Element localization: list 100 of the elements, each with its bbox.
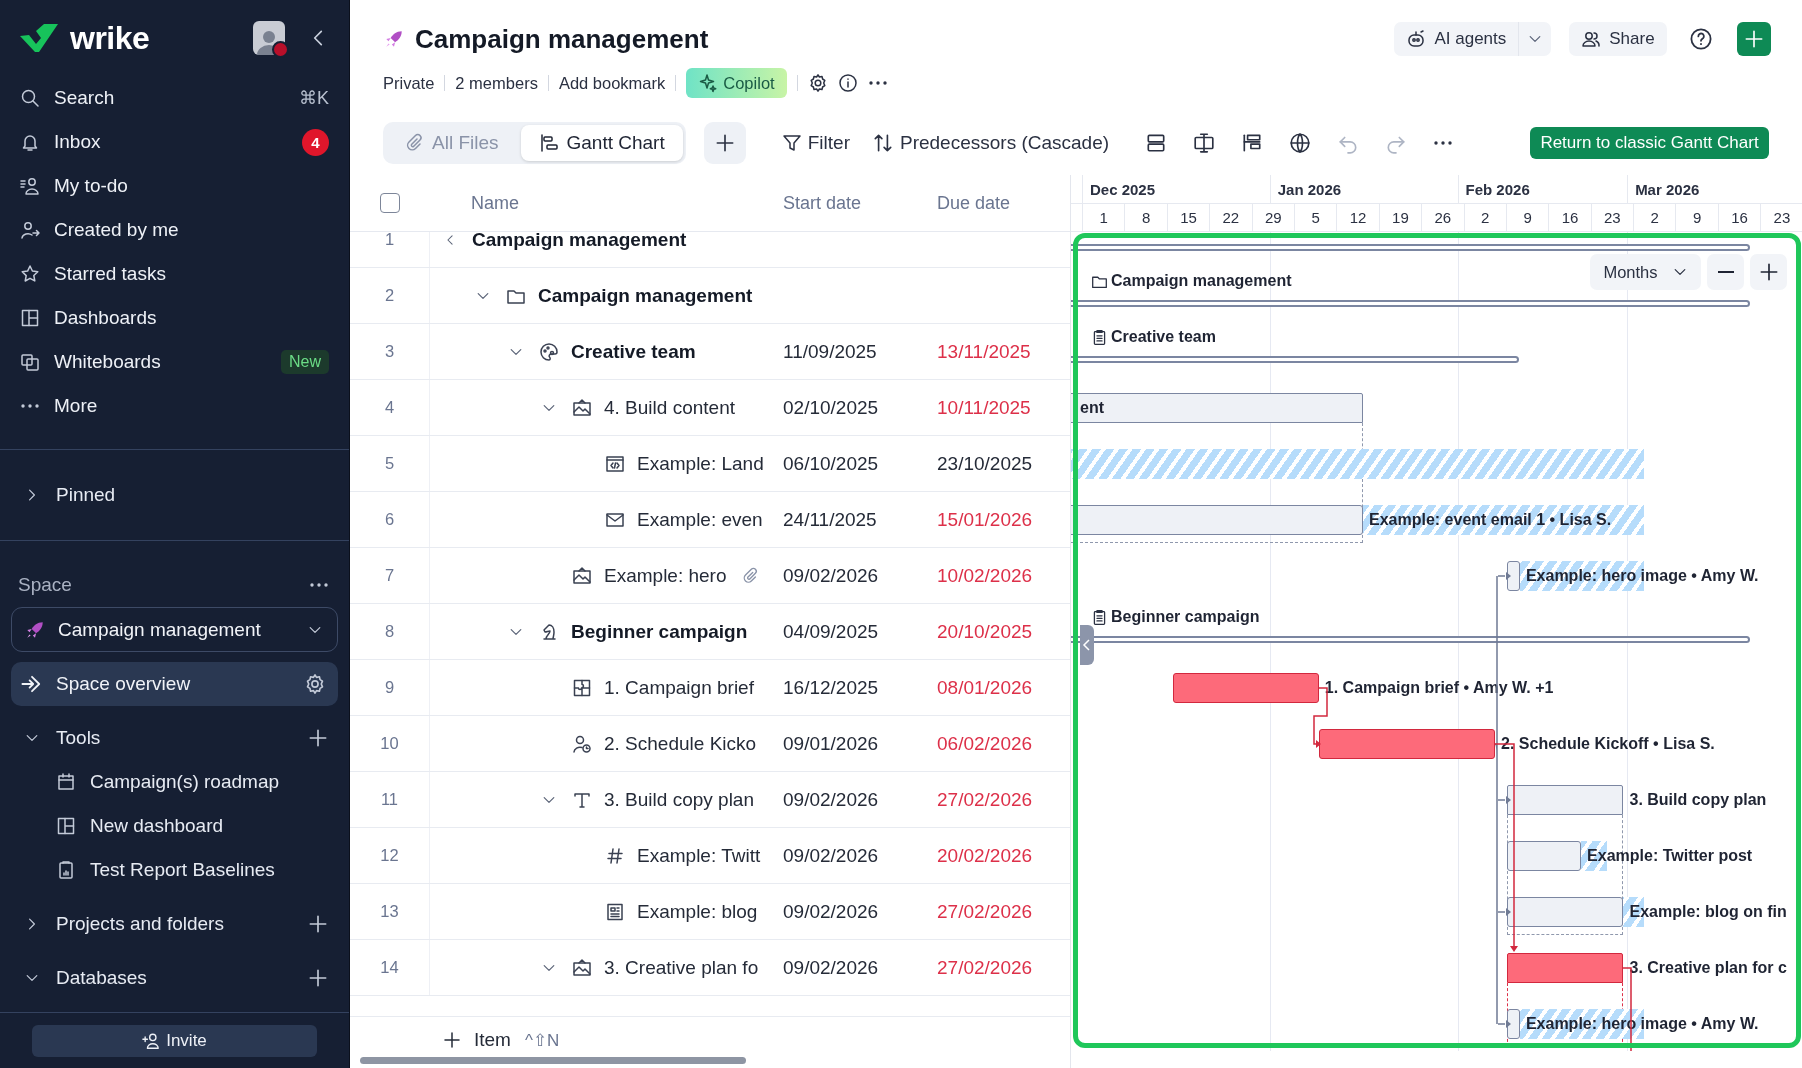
add-item-button[interactable]: Item: [442, 1029, 511, 1051]
nav-item[interactable]: Starred tasks: [0, 252, 349, 296]
task-name[interactable]: Example: even: [637, 508, 763, 531]
summary-bar[interactable]: [1071, 636, 1751, 643]
more-button[interactable]: [309, 582, 329, 588]
task-name[interactable]: 2. Schedule Kicko: [604, 732, 757, 755]
palette-icon: [538, 341, 559, 362]
zoom-out-button[interactable]: [1707, 254, 1744, 290]
add-person-icon: [142, 1032, 161, 1050]
sidebar-item[interactable]: Campaign(s) roadmap: [0, 760, 349, 804]
nav-item[interactable]: Created by me: [0, 208, 349, 252]
more-icon: [867, 80, 888, 86]
bar-label: Creative team: [1111, 328, 1216, 346]
puzzle-icon: [571, 677, 592, 698]
task-name[interactable]: Example: blog: [637, 900, 758, 923]
task-name[interactable]: Example: Land: [637, 452, 764, 475]
bookmark-link[interactable]: Add bookmark: [558, 73, 666, 93]
sidebar-section[interactable]: Tools: [0, 716, 349, 760]
settings-button[interactable]: [807, 73, 828, 93]
column-header[interactable]: Start date: [775, 192, 929, 214]
nav-item[interactable]: Dashboards: [0, 296, 349, 340]
task-name[interactable]: Example: Twitt: [637, 844, 761, 867]
sidebar-section[interactable]: Projects and folders: [0, 902, 349, 946]
logo-wordmark: wrike: [70, 19, 150, 57]
row-number: 2: [350, 268, 430, 323]
week-header: 9: [1505, 204, 1549, 231]
column-header[interactable]: Due date: [929, 192, 1083, 214]
nav-item[interactable]: Search ⌘K: [0, 76, 349, 120]
task-name[interactable]: 1. Campaign brief: [604, 676, 754, 699]
image-icon: [571, 957, 592, 978]
week-header: 8: [1124, 204, 1167, 231]
bell-icon: [20, 132, 40, 152]
summary-bar[interactable]: [1071, 356, 1520, 363]
info-button[interactable]: [837, 73, 858, 93]
task-name[interactable]: Example: hero: [604, 564, 727, 587]
task-name[interactable]: 3. Creative plan fo: [604, 956, 759, 979]
task-bar[interactable]: [1506, 1009, 1520, 1039]
week-header: 23: [1590, 204, 1634, 231]
person-arrow-icon: [20, 220, 40, 240]
zoom-in-button[interactable]: [1750, 254, 1787, 290]
view-tab[interactable]: Gantt Chart: [520, 125, 683, 161]
summary-bar[interactable]: [1071, 244, 1751, 251]
create-button[interactable]: [1736, 22, 1771, 56]
row-number: 14: [350, 940, 430, 995]
predecessors-button[interactable]: Predecessors (Cascade): [863, 132, 1118, 154]
pinned-section[interactable]: Pinned: [0, 473, 349, 517]
nav-item[interactable]: Inbox 4: [0, 120, 349, 164]
task-name[interactable]: 4. Build content: [604, 396, 735, 419]
sidebar-item[interactable]: Test Report Baselines: [0, 848, 349, 892]
week-header: 29: [1251, 204, 1294, 231]
row-number: 3: [350, 324, 430, 379]
zoom-level-dropdown[interactable]: Months: [1590, 254, 1701, 290]
nav-item[interactable]: My to-do: [0, 164, 349, 208]
due-date-cell-text: 10/11/2025: [936, 396, 1032, 419]
nav-item[interactable]: More: [0, 384, 349, 428]
meta-text[interactable]: 2 members: [455, 73, 538, 93]
count-badge: 4: [302, 128, 329, 156]
select-all-checkbox[interactable]: [380, 193, 400, 213]
copilot-button[interactable]: Copilot: [686, 68, 787, 98]
column-header[interactable]: Name: [430, 192, 775, 214]
filter-button[interactable]: Filter: [773, 132, 858, 154]
nav-item[interactable]: Whiteboards New: [0, 340, 349, 384]
return-classic-button[interactable]: Return to classic Gantt Chart: [1530, 127, 1769, 159]
invite-button[interactable]: Invite: [32, 1025, 317, 1057]
sidebar-section[interactable]: Databases: [0, 956, 349, 1000]
bar-label: 1. Campaign brief • Amy W. +1: [1324, 678, 1554, 698]
clipboard-icon: [1091, 328, 1108, 346]
row-number: 10: [350, 716, 430, 771]
summary-bar[interactable]: [1071, 300, 1751, 307]
space-selector[interactable]: Campaign management: [11, 607, 338, 652]
sidebar-item[interactable]: New dashboard: [0, 804, 349, 848]
task-name[interactable]: Beginner campaign: [571, 620, 748, 643]
task-name[interactable]: 3. Build copy plan: [604, 788, 754, 811]
todo-list-icon: [20, 176, 40, 196]
due-date-cell-text: 23/10/2025: [936, 452, 1034, 475]
horizontal-scrollbar[interactable]: [360, 1057, 746, 1064]
task-bar[interactable]: [1506, 561, 1520, 591]
group-bar[interactable]: [1506, 785, 1624, 815]
help-icon[interactable]: [1688, 27, 1713, 51]
task-name[interactable]: Creative team: [571, 340, 696, 363]
collapse-handle[interactable]: [1080, 625, 1094, 665]
more-button[interactable]: [867, 80, 888, 86]
bar-label: 3. Build copy plan: [1629, 790, 1767, 810]
dashboard-icon: [56, 816, 76, 836]
bar-label: Beginner campaign: [1111, 608, 1260, 626]
share-button[interactable]: Share: [1569, 22, 1667, 56]
space-overview-item[interactable]: Space overview: [11, 662, 338, 706]
add-view-button[interactable]: [703, 122, 746, 164]
due-date-cell-text: 06/02/2026: [936, 732, 1034, 755]
due-date-cell-text: 13/11/2025: [936, 340, 1032, 363]
more-icon: [309, 582, 329, 588]
task-name[interactable]: Campaign management: [538, 284, 753, 307]
start-date-cell-text: 11/09/2025: [782, 340, 878, 363]
task-bar[interactable]: [1506, 841, 1582, 871]
task-bar[interactable]: [1506, 897, 1624, 927]
row-number: 7: [350, 548, 430, 603]
task-name[interactable]: Campaign management: [472, 232, 687, 251]
hash-icon: [604, 845, 625, 866]
start-date-cell-text: 16/12/2025: [782, 676, 880, 699]
avatar[interactable]: [253, 21, 285, 55]
